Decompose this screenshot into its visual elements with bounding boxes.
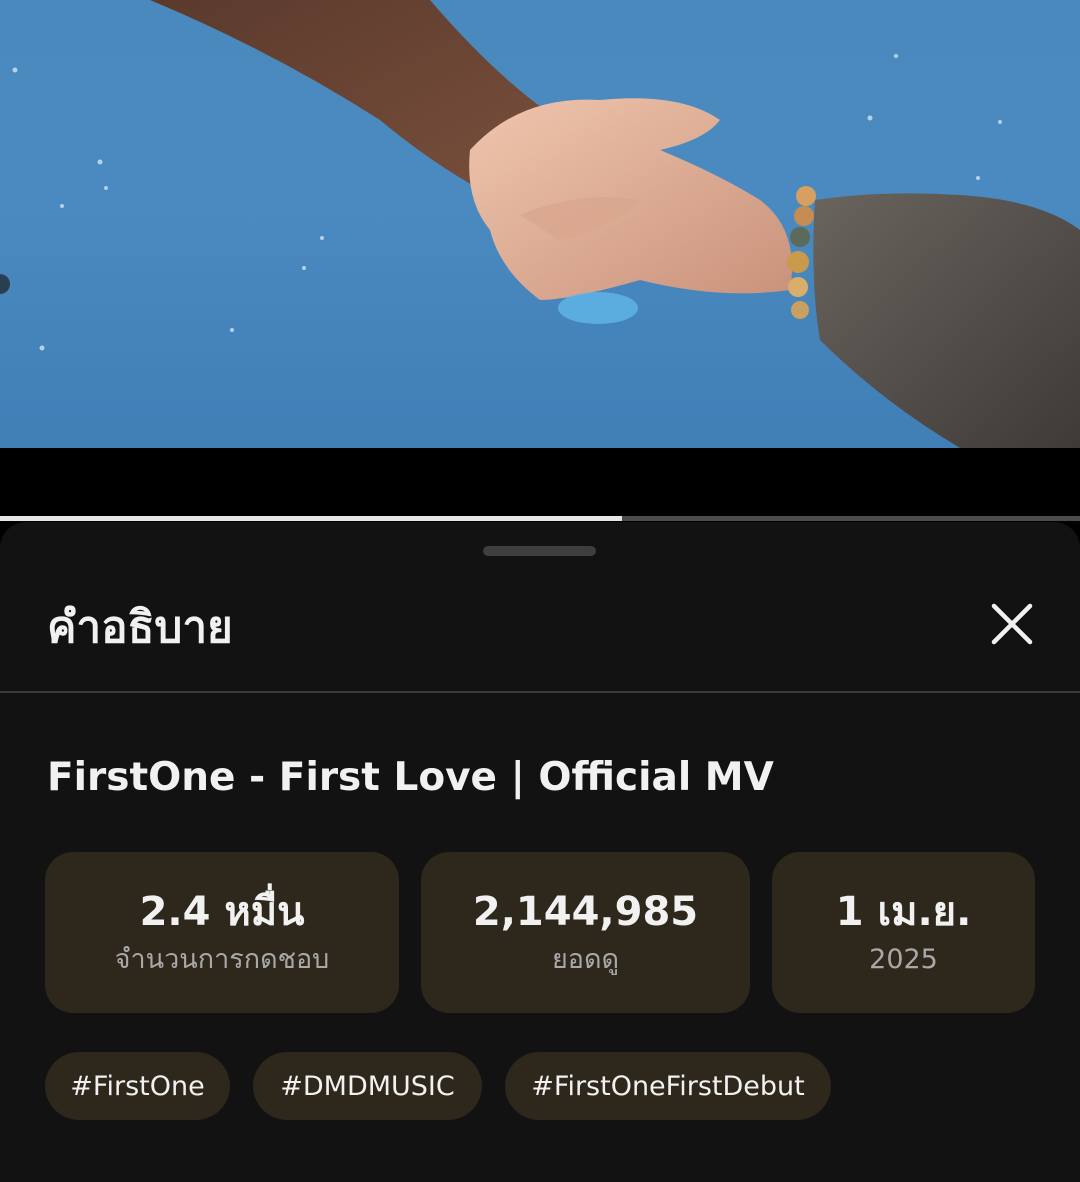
video-progress-fill	[0, 516, 623, 521]
video-progress-bar[interactable]	[0, 516, 1080, 521]
sheet-title: คำอธิบาย	[47, 602, 233, 653]
header-divider	[0, 691, 1080, 693]
views-count: 2,144,985	[472, 888, 699, 935]
publish-date: 1 เม.ย.	[835, 888, 972, 935]
video-player[interactable]	[0, 0, 1080, 448]
video-title: FirstOne - First Love | Official MV	[47, 755, 774, 800]
close-button[interactable]	[982, 594, 1042, 654]
video-frame-image	[0, 0, 1080, 448]
views-label: ยอดดู	[551, 943, 620, 975]
likes-label: จำนวนการกดชอบ	[114, 943, 330, 975]
likes-stat-card: 2.4 หมื่น จำนวนการกดชอบ	[45, 852, 399, 1013]
hashtag-chip[interactable]: #DMDMUSIC	[253, 1052, 482, 1120]
drag-handle[interactable]	[483, 546, 596, 556]
video-letterbox	[0, 448, 1080, 518]
hashtag-chip[interactable]: #FirstOneFirstDebut	[505, 1052, 831, 1120]
views-stat-card: 2,144,985 ยอดดู	[421, 852, 750, 1013]
likes-count: 2.4 หมื่น	[139, 888, 305, 935]
date-stat-card: 1 เม.ย. 2025	[772, 852, 1035, 1013]
publish-year: 2025	[869, 943, 938, 975]
hashtag-chip[interactable]: #FirstOne	[45, 1052, 230, 1120]
close-icon	[991, 603, 1033, 645]
description-sheet: คำอธิบาย FirstOne - First Love | Officia…	[0, 522, 1080, 1182]
